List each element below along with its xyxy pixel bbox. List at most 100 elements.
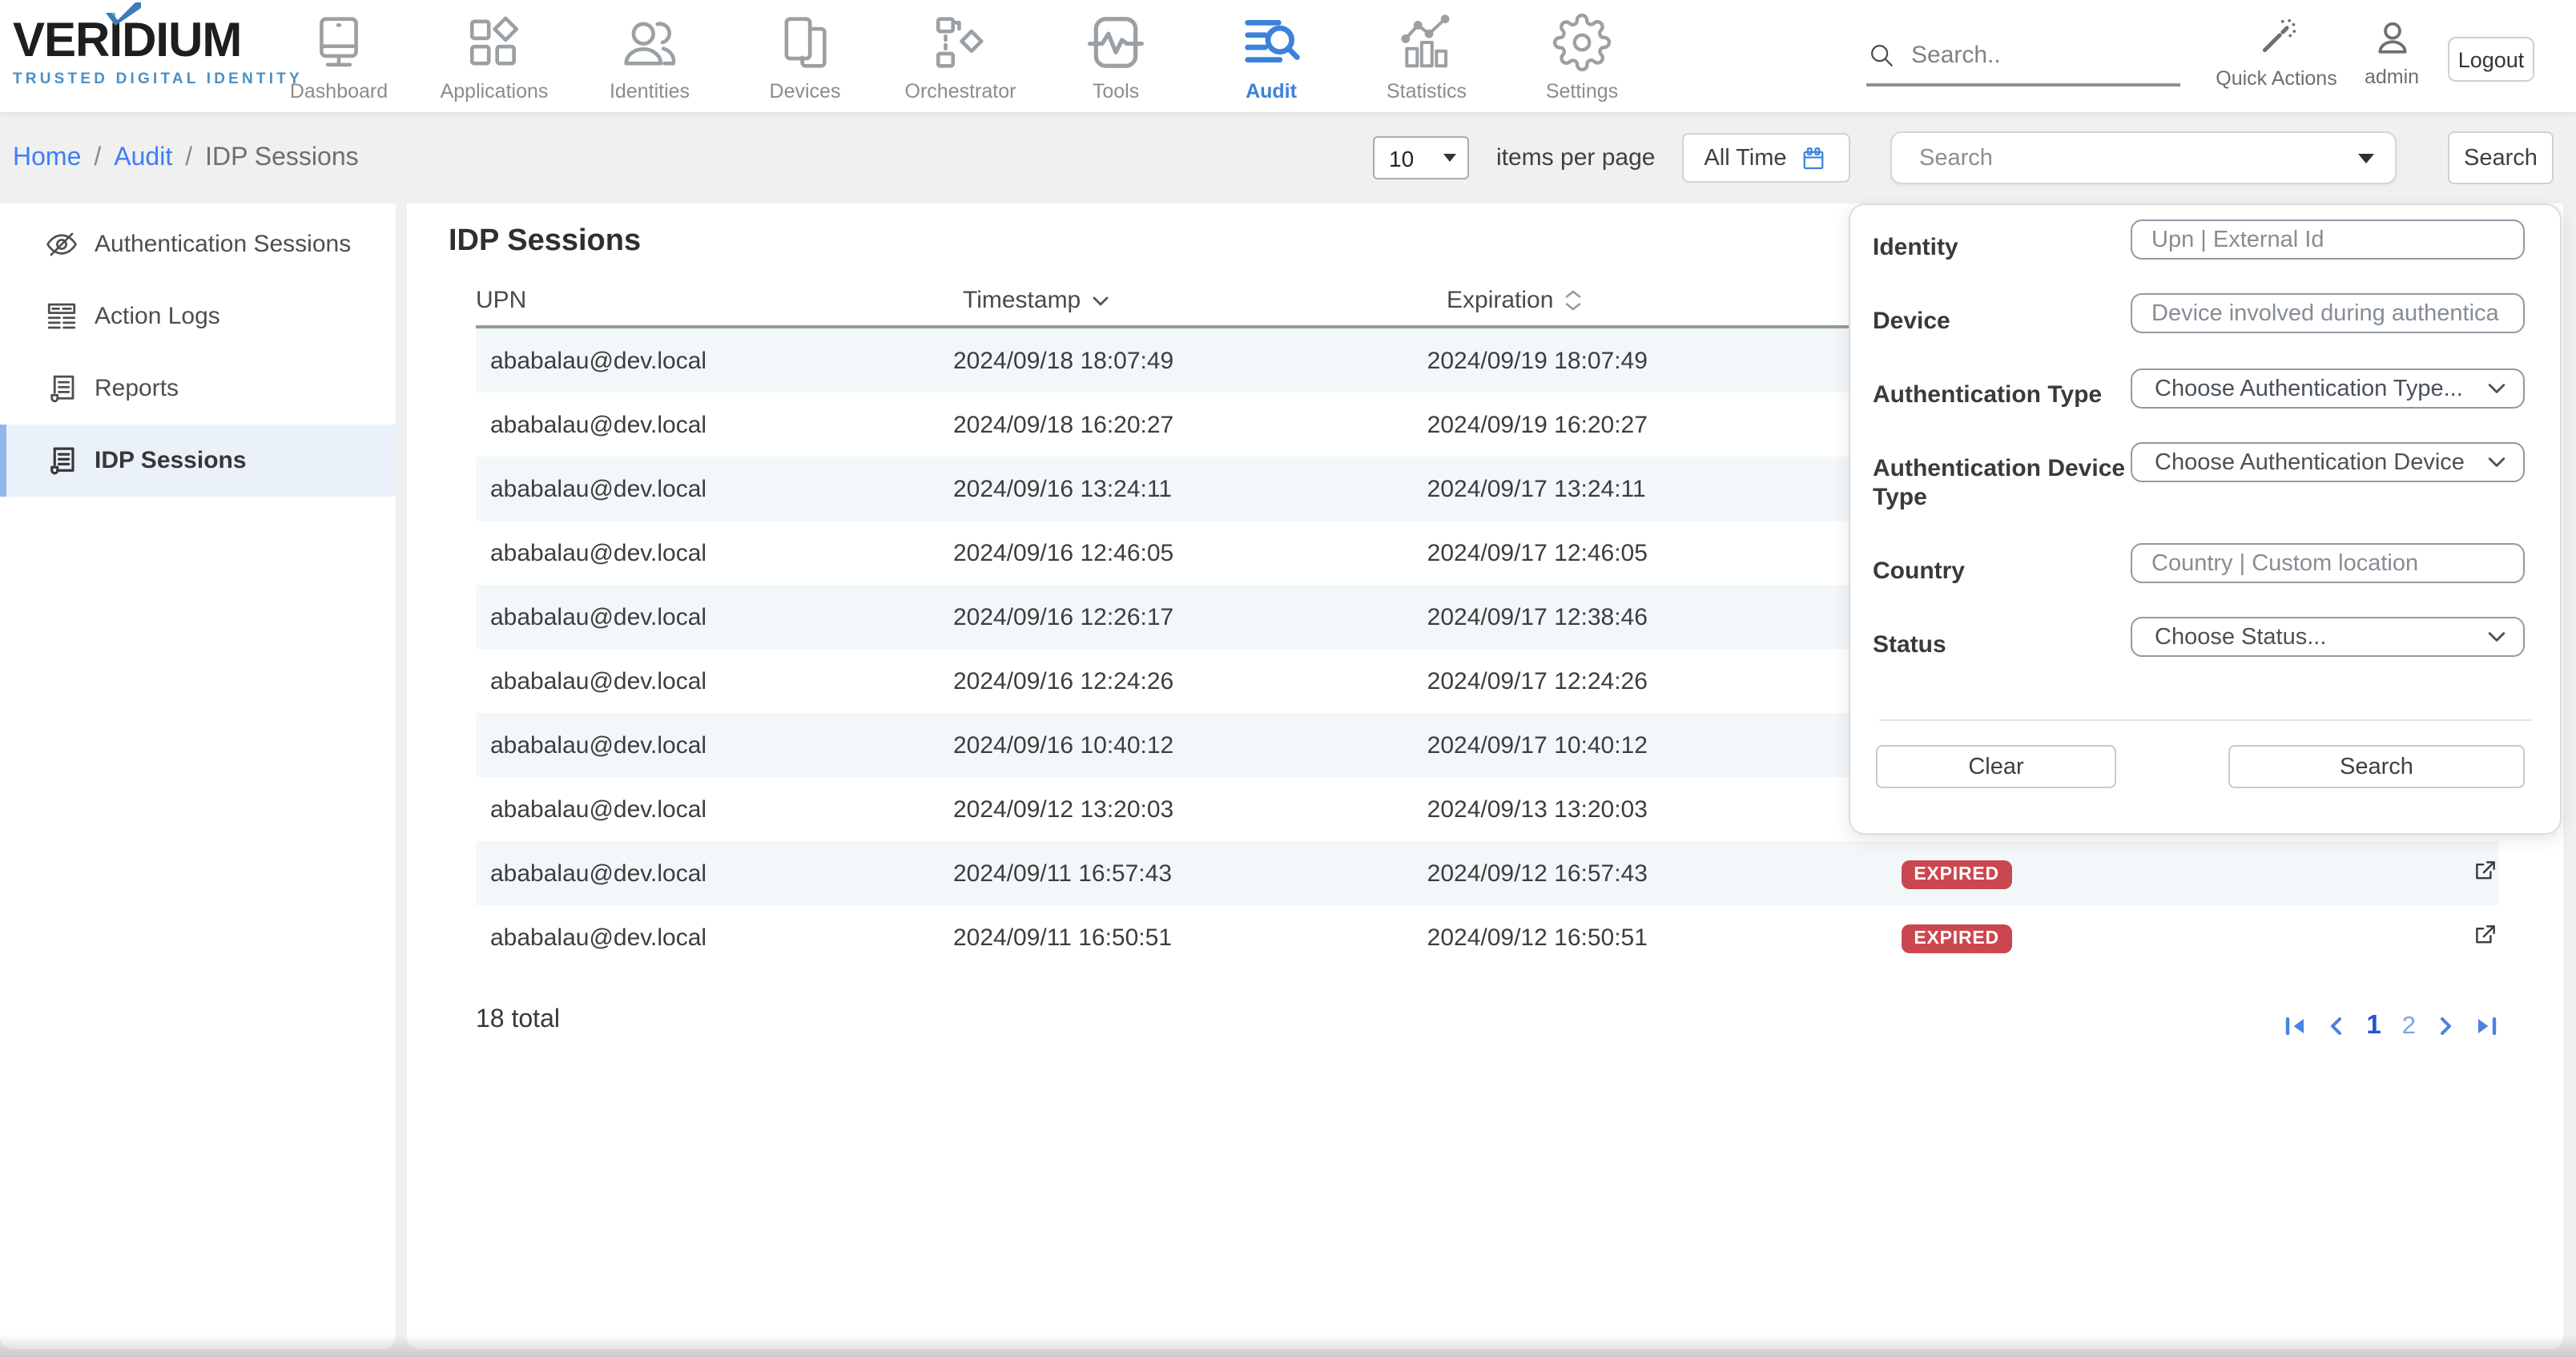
eye-off-icon [45, 228, 78, 261]
filter-panel-divider [1879, 719, 2531, 721]
column-header-timestamp[interactable]: Timestamp [963, 287, 1447, 314]
time-filter-label: All Time [1704, 145, 1786, 171]
dropdown-caret-icon [2358, 153, 2374, 163]
next-page-icon[interactable] [2437, 1016, 2454, 1037]
search-icon [1866, 40, 1897, 70]
nav-label: Statistics [1387, 80, 1467, 103]
nav-item-applications[interactable]: Applications [417, 0, 572, 112]
page-title: IDP Sessions [449, 224, 641, 260]
authentication-type-select[interactable]: Choose Authentication Type... [2131, 368, 2525, 409]
nav-item-settings[interactable]: Settings [1504, 0, 1660, 112]
list-search-icon [1242, 13, 1301, 72]
pulse-box-icon [1086, 13, 1145, 72]
nav-item-devices[interactable]: Devices [727, 0, 883, 112]
sidebar-item-idp-sessions[interactable]: IDP Sessions [0, 425, 396, 497]
nav-label: Identities [610, 80, 690, 103]
user-name-label: admin [2365, 66, 2419, 88]
identity-input[interactable] [2131, 219, 2525, 260]
sidebar-item-reports[interactable]: Reports [0, 352, 396, 425]
cell-upn: ababalau@dev.local [476, 924, 953, 951]
cell-expiration: 2024/09/13 13:20:03 [1427, 795, 1902, 823]
nav-item-identities[interactable]: Identities [572, 0, 727, 112]
breadcrumb-audit[interactable]: Audit [114, 143, 172, 172]
sidebar-item-authentication-sessions[interactable]: Authentication Sessions [0, 208, 396, 280]
pagination: 1 2 [2284, 1011, 2498, 1041]
global-search [1866, 40, 2180, 87]
authentication-device-type-select[interactable]: Choose Authentication Device [2131, 442, 2525, 482]
nav-label: Devices [770, 80, 841, 103]
country-input[interactable] [2131, 543, 2525, 583]
cell-upn: ababalau@dev.local [476, 603, 953, 630]
time-filter-button[interactable]: All Time [1682, 133, 1850, 183]
app-root: VERIDIUM TRUSTED DIGITAL IDENTITY Dashbo… [0, 0, 2576, 1357]
breadcrumb-home[interactable]: Home [13, 143, 81, 172]
clear-filters-button[interactable]: Clear [1876, 745, 2116, 788]
nav-item-orchestrator[interactable]: Orchestrator [883, 0, 1038, 112]
cell-expiration: 2024/09/17 12:38:46 [1427, 603, 1902, 630]
nav-label: Settings [1546, 80, 1618, 103]
breadcrumb-separator: / [185, 143, 192, 172]
cell-expiration: 2024/09/12 16:57:43 [1427, 860, 1902, 887]
chevron-down-icon [2488, 631, 2506, 642]
sidebar: Authentication Sessions Action Logs Repo… [0, 203, 396, 1349]
search-dropdown-placeholder: Search [1919, 145, 2358, 171]
search-filter-dropdown[interactable]: Search [1890, 131, 2397, 184]
grid-shapes-icon [465, 13, 524, 72]
breadcrumb-toolbar-row: Home / Audit / IDP Sessions 10 items per… [0, 112, 2576, 203]
nav-item-statistics[interactable]: Statistics [1349, 0, 1504, 112]
open-session-icon[interactable] [2472, 856, 2499, 884]
status-select[interactable]: Choose Status... [2131, 617, 2525, 657]
prev-page-icon[interactable] [2328, 1016, 2345, 1037]
page-number-2[interactable]: 2 [2402, 1012, 2416, 1041]
nav-label: Applications [441, 80, 549, 103]
cell-expiration: 2024/09/17 12:24:26 [1427, 667, 1902, 695]
cell-timestamp: 2024/09/16 12:24:26 [953, 667, 1427, 695]
person-icon [2372, 18, 2412, 58]
cell-timestamp: 2024/09/16 12:26:17 [953, 603, 1427, 630]
status-badge: EXPIRED [1901, 924, 2012, 952]
filter-label-identity: Identity [1873, 234, 2126, 263]
cell-upn: ababalau@dev.local [476, 731, 953, 759]
cell-expiration: 2024/09/17 12:46:05 [1427, 539, 1902, 566]
cell-upn: ababalau@dev.local [476, 860, 953, 887]
sort-both-icon [1564, 290, 1580, 311]
cell-expiration: 2024/09/12 16:50:51 [1427, 924, 1902, 951]
chevron-down-icon [2488, 457, 2506, 468]
apply-filters-button[interactable]: Search [2228, 745, 2525, 788]
nav-item-audit[interactable]: Audit [1193, 0, 1349, 112]
top-bar: VERIDIUM TRUSTED DIGITAL IDENTITY Dashbo… [0, 0, 2576, 112]
wand-icon [2256, 18, 2296, 58]
items-per-page-select[interactable]: 10 [1373, 136, 1469, 179]
brand-logo[interactable]: VERIDIUM TRUSTED DIGITAL IDENTITY [13, 14, 303, 88]
user-menu[interactable]: admin [2347, 18, 2437, 88]
filter-label-country: Country [1873, 558, 2126, 586]
nav-label: Tools [1093, 80, 1139, 103]
cell-upn: ababalau@dev.local [476, 411, 953, 438]
top-navigation: Dashboard Applications Identities Device… [261, 0, 1660, 112]
nav-item-dashboard[interactable]: Dashboard [261, 0, 417, 112]
cell-timestamp: 2024/09/16 12:46:05 [953, 539, 1427, 566]
last-page-icon[interactable] [2475, 1016, 2498, 1037]
quick-actions-button[interactable]: Quick Actions [2212, 18, 2341, 90]
cell-timestamp: 2024/09/18 18:07:49 [953, 347, 1427, 374]
items-per-page-select-wrap: 10 [1373, 136, 1469, 179]
device-input[interactable] [2131, 293, 2525, 333]
sidebar-item-label: Reports [95, 375, 179, 402]
global-search-input[interactable] [1911, 42, 2151, 69]
open-session-icon[interactable] [2472, 920, 2499, 948]
document-icon [45, 444, 78, 477]
page-number-1[interactable]: 1 [2366, 1011, 2381, 1041]
toolbar-search-button[interactable]: Search [2448, 131, 2554, 184]
gear-icon [1552, 13, 1612, 72]
nav-label: Audit [1246, 80, 1297, 103]
cell-timestamp: 2024/09/16 10:40:12 [953, 731, 1427, 759]
document-icon [45, 372, 78, 405]
logout-button[interactable]: Logout [2448, 37, 2534, 82]
table-row: ababalau@dev.local 2024/09/11 16:50:51 2… [476, 905, 2499, 969]
nav-item-tools[interactable]: Tools [1038, 0, 1193, 112]
sidebar-item-action-logs[interactable]: Action Logs [0, 280, 396, 352]
first-page-icon[interactable] [2284, 1016, 2307, 1037]
monitor-icon [309, 13, 368, 72]
sidebar-item-label: Authentication Sessions [95, 231, 351, 258]
cell-timestamp: 2024/09/18 16:20:27 [953, 411, 1427, 438]
